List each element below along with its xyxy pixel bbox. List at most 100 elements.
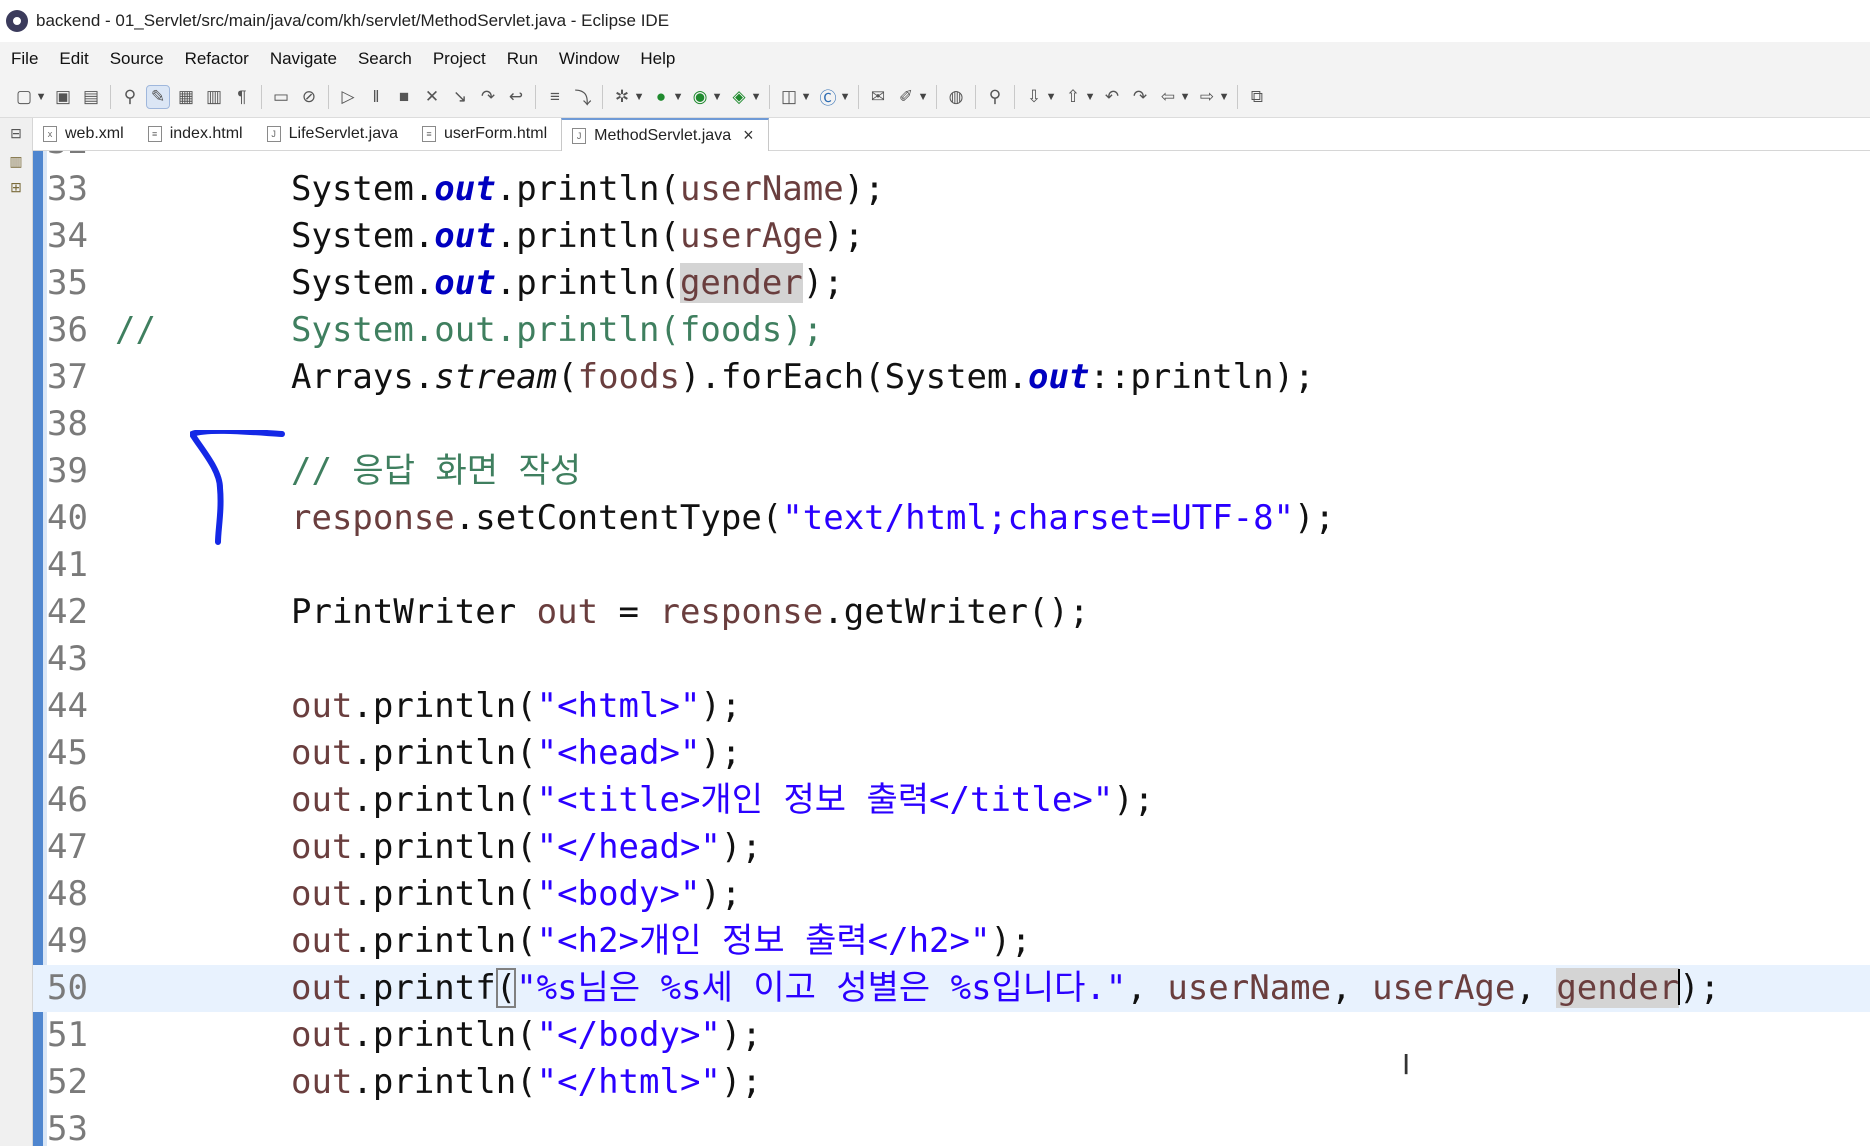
menu-file[interactable]: File [0,49,48,69]
suspend-icon[interactable]: ‖ [365,86,387,108]
open-perspective-icon[interactable]: ⧉ [1246,86,1268,108]
menu-bar: File Edit Source Refactor Navigate Searc… [0,42,1870,76]
code-line: 45 out.println("<head>"); [33,730,1870,777]
globe-icon[interactable]: ◍ [945,86,967,108]
toolbar-separator [1237,84,1238,109]
forward-icon[interactable]: ⇨ [1196,86,1218,108]
menu-search[interactable]: Search [347,49,422,69]
restore-icon[interactable]: ⊟ [7,124,25,142]
package-explorer-icon[interactable]: ▥ [7,152,25,170]
menu-project[interactable]: Project [422,49,496,69]
last-edit-location-icon[interactable]: ↶ [1101,86,1123,108]
disconnect-icon[interactable]: ✕ [421,86,443,108]
menu-help[interactable]: Help [629,49,685,69]
new-dropdown-icon[interactable]: ▼ [36,86,47,108]
code-line: 42 PrintWriter out = response.getWriter(… [33,589,1870,636]
tab-label: userForm.html [444,125,548,142]
xml-file-icon: x [43,126,57,142]
code-line: 36 // System.out.println(foods); [33,307,1870,354]
toggle-mark-occurrences-icon[interactable]: ✎ [146,84,170,109]
tab-methodservlet-java[interactable]: J MethodServlet.java × [561,118,769,151]
new-server-dropdown-icon[interactable]: ▼ [801,86,812,108]
tab-userform-html[interactable]: ≡ userForm.html [412,118,561,150]
back-icon[interactable]: ⇦ [1157,86,1179,108]
open-task-icon[interactable]: ✐ [895,86,917,108]
coverage-icon[interactable]: ◉ [689,86,711,108]
menu-navigate[interactable]: Navigate [259,49,347,69]
line-number: 47 [47,827,88,867]
new-java-class-dropdown-icon[interactable]: ▼ [840,86,851,108]
code-text: out.println("<head>"); [291,733,742,773]
run-icon[interactable]: ● [650,86,672,108]
save-all-icon[interactable]: ▤ [80,86,102,108]
new-java-class-icon[interactable]: Ⓒ [817,86,839,108]
step-over-icon[interactable]: ↷ [477,86,499,108]
open-type-icon[interactable]: ✉ [867,86,889,108]
show-whitespace-icon[interactable]: ¶ [231,86,253,108]
step-into-icon[interactable]: ↘ [449,86,471,108]
line-number: 45 [47,733,88,773]
tab-web-xml[interactable]: x web.xml [33,118,138,150]
search-icon[interactable]: ⚲ [984,86,1006,108]
new-server-icon[interactable]: ◫ [778,86,800,108]
line-number: 53 [47,1109,88,1146]
java-file-icon: J [572,127,587,144]
debug-icon[interactable]: ✲ [611,86,633,108]
coverage-dropdown-icon[interactable]: ▼ [712,86,723,108]
drop-to-frame-icon[interactable]: ⤵ [572,86,594,108]
external-tools-dropdown-icon[interactable]: ▼ [751,86,762,108]
console-icon[interactable]: ▭ [270,86,292,108]
tab-lifeservlet-java[interactable]: J LifeServlet.java [257,118,412,150]
line-number: 36 [47,310,88,350]
code-line: 32 [33,151,1870,166]
title-bar: backend - 01_Servlet/src/main/java/com/k… [0,0,1870,43]
external-tools-icon[interactable]: ◈ [728,86,750,108]
code-line: 39 // 응답 화면 작성 [33,448,1870,495]
menu-window[interactable]: Window [548,49,629,69]
line-number: 51 [47,1015,88,1055]
line-number: 48 [47,874,88,914]
java-file-icon: J [266,126,281,142]
toggle-block-selection-icon[interactable]: ▦ [175,86,197,108]
use-step-filters-icon[interactable]: ≡ [544,86,566,108]
html-file-icon: ≡ [422,126,436,142]
menu-source[interactable]: Source [99,49,174,69]
code-editor[interactable]: 32 33 System.out.println(userName); 34 S… [33,151,1870,1146]
new-icon[interactable]: ▢ [13,86,35,108]
skip-breakpoints-icon[interactable]: ⊘ [298,86,320,108]
open-task-dropdown-icon[interactable]: ▼ [918,86,929,108]
step-return-icon[interactable]: ↩ [505,86,527,108]
editor-tab-bar: x web.xml ≡ index.html J LifeServlet.jav… [33,118,1870,151]
next-annotation-icon[interactable]: ⇩ [1023,86,1045,108]
code-text: out.println("<title>개인 정보 출력</title>"); [291,780,1155,820]
pin-editor-icon[interactable]: ⚲ [119,86,141,108]
tab-label: index.html [169,125,243,142]
next-annotation-dropdown-icon[interactable]: ▼ [1046,86,1057,108]
menu-run[interactable]: Run [496,49,548,69]
close-tab-icon[interactable]: × [743,125,754,146]
previous-annotation-dropdown-icon[interactable]: ▼ [1085,86,1096,108]
previous-annotation-icon[interactable]: ⇧ [1062,86,1084,108]
line-number: 34 [47,216,88,256]
forward-edit-icon[interactable]: ↷ [1129,86,1151,108]
line-number: 52 [47,1062,88,1102]
forward-dropdown-icon[interactable]: ▼ [1219,86,1230,108]
menu-refactor[interactable]: Refactor [174,49,259,69]
type-hierarchy-icon[interactable]: ⊞ [7,178,25,196]
word-wrap-icon[interactable]: ▥ [203,86,225,108]
code-line: 34 System.out.println(userAge); [33,213,1870,260]
debug-dropdown-icon[interactable]: ▼ [634,86,645,108]
back-dropdown-icon[interactable]: ▼ [1180,86,1191,108]
line-number: 43 [47,639,88,679]
code-text: Arrays.stream(foods).forEach(System.out:… [291,357,1315,397]
line-number: 42 [47,592,88,632]
menu-edit[interactable]: Edit [48,49,98,69]
resume-icon[interactable]: ▷ [337,86,359,108]
code-line: 53 [33,1106,1870,1146]
save-icon[interactable]: ▣ [52,86,74,108]
terminate-icon[interactable]: ■ [393,86,415,108]
eclipse-window: { "window": { "title": "backend - 01_Ser… [0,0,1870,1146]
run-dropdown-icon[interactable]: ▼ [673,86,684,108]
tab-index-html[interactable]: ≡ index.html [138,118,257,150]
code-text: out.println("<body>"); [291,874,742,914]
